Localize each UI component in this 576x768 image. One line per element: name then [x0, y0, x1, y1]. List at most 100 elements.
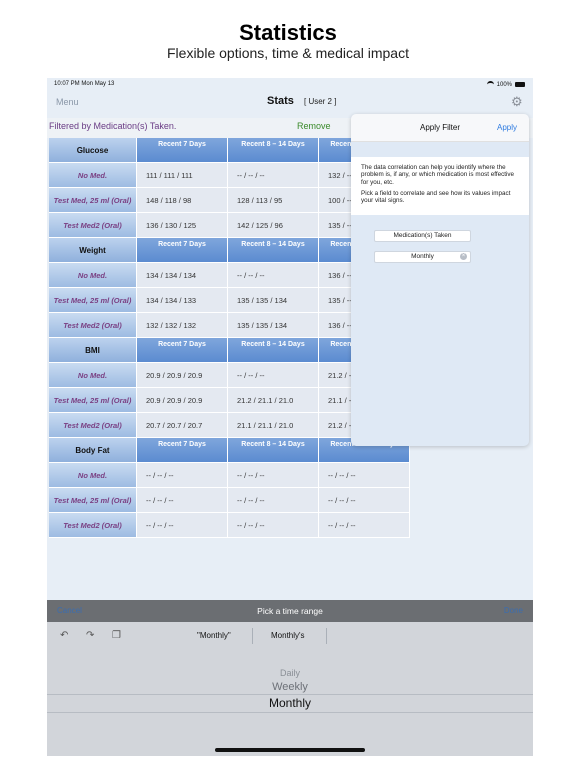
row-label: No Med.	[49, 363, 137, 388]
suggestion-2[interactable]: Monthly's	[271, 631, 305, 640]
row-label: No Med.	[49, 163, 137, 188]
row-label: Test Med2 (Oral)	[49, 513, 137, 538]
column-header: Recent 8 – 14 Days	[228, 138, 319, 163]
table-cell: -- / -- / --	[137, 488, 228, 513]
status-bar: 10:07 PM Mon May 13 100%	[47, 78, 533, 90]
table-cell: 135 / 135 / 134	[228, 313, 319, 338]
table-cell: -- / -- / --	[228, 488, 319, 513]
picker-option[interactable]: Weekly	[47, 681, 533, 693]
table-cell: 21.1 / 21.1 / 21.0	[228, 413, 319, 438]
wifi-icon	[486, 81, 494, 88]
undo-icon[interactable]: ↶	[60, 630, 68, 641]
suggestion-divider	[252, 628, 253, 644]
page-title: Stats	[267, 95, 294, 107]
column-header: Recent 7 Days	[137, 138, 228, 163]
medication-field[interactable]: Medication(s) Taken	[374, 230, 471, 242]
table-cell: -- / -- / --	[228, 513, 319, 538]
row-label: No Med.	[49, 263, 137, 288]
table-cell: 128 / 113 / 95	[228, 188, 319, 213]
table-cell: -- / -- / --	[228, 363, 319, 388]
table-cell: 20.9 / 20.9 / 20.9	[137, 363, 228, 388]
table-cell: -- / -- / --	[319, 488, 410, 513]
menu-button[interactable]: Menu	[56, 97, 79, 107]
hero-title: Statistics	[239, 20, 337, 45]
picker-option-selected[interactable]: Monthly	[47, 696, 533, 710]
time-range-picker[interactable]: Daily Weekly Monthly	[47, 650, 533, 756]
description-paragraph-2: Pick a field to correlate and see how it…	[361, 189, 511, 205]
battery-icon	[515, 82, 525, 87]
row-label: Test Med, 25 ml (Oral)	[49, 488, 137, 513]
table-cell: 20.9 / 20.9 / 20.9	[137, 388, 228, 413]
table-cell: -- / -- / --	[228, 463, 319, 488]
table-cell: 142 / 125 / 96	[228, 213, 319, 238]
gear-icon[interactable]: ⚙	[511, 95, 523, 108]
section-title: Weight	[49, 238, 137, 263]
popover-description-box: The data correlation can help you identi…	[351, 157, 529, 215]
row-label: Test Med2 (Oral)	[49, 413, 137, 438]
column-header: Recent 8 – 14 Days	[228, 438, 319, 463]
user-label[interactable]: [ User 2 ]	[304, 97, 336, 106]
battery-percent: 100%	[496, 81, 512, 88]
apply-filter-popover: Apply Filter Apply The data correlation …	[351, 114, 529, 446]
apply-button[interactable]: Apply	[497, 123, 517, 132]
column-header: Recent 8 – 14 Days	[228, 238, 319, 263]
table-row: No Med. -- / -- / -- -- / -- / -- -- / -- /…	[49, 463, 410, 488]
row-label: Test Med, 25 ml (Oral)	[49, 288, 137, 313]
row-label: Test Med, 25 ml (Oral)	[49, 388, 137, 413]
section-title: Glucose	[49, 138, 137, 163]
filter-label: Filtered by Medication(s) Taken.	[49, 121, 177, 131]
ipad-screen: 10:07 PM Mon May 13 100% Menu Stats [ Us…	[47, 78, 533, 756]
row-label: Test Med2 (Oral)	[49, 213, 137, 238]
table-cell: -- / -- / --	[228, 263, 319, 288]
done-button[interactable]: Done	[504, 606, 523, 615]
table-cell: -- / -- / --	[228, 163, 319, 188]
column-header: Recent 7 Days	[137, 238, 228, 263]
table-row: Test Med2 (Oral) -- / -- / -- -- / -- / --…	[49, 513, 410, 538]
section-title: BMI	[49, 338, 137, 363]
table-cell: -- / -- / --	[137, 463, 228, 488]
table-cell: -- / -- / --	[137, 513, 228, 538]
column-header: Recent 7 Days	[137, 338, 228, 363]
picker-selection-line	[47, 712, 533, 713]
table-cell: 134 / 134 / 134	[137, 263, 228, 288]
picker-toolbar: Cancel Pick a time range Done	[47, 600, 533, 622]
status-right: 100%	[486, 81, 525, 88]
table-cell: 148 / 118 / 98	[137, 188, 228, 213]
section-title: Body Fat	[49, 438, 137, 463]
paste-icon[interactable]: ❐	[112, 630, 121, 641]
home-indicator	[215, 748, 365, 752]
row-label: Test Med, 25 ml (Oral)	[49, 188, 137, 213]
table-cell: 21.2 / 21.1 / 21.0	[228, 388, 319, 413]
table-cell: 134 / 134 / 133	[137, 288, 228, 313]
row-label: Test Med2 (Oral)	[49, 313, 137, 338]
picker-selection-line	[47, 694, 533, 695]
table-cell: 136 / 130 / 125	[137, 213, 228, 238]
popover-header: Apply Filter Apply	[351, 114, 529, 142]
picker-title: Pick a time range	[257, 606, 323, 616]
clear-icon[interactable]: ×	[460, 253, 467, 260]
picker-option[interactable]: Daily	[47, 668, 533, 678]
table-cell: -- / -- / --	[319, 513, 410, 538]
time-range-value: Monthly	[411, 253, 434, 260]
table-cell: 132 / 132 / 132	[137, 313, 228, 338]
column-header: Recent 7 Days	[137, 438, 228, 463]
row-label: No Med.	[49, 463, 137, 488]
redo-icon[interactable]: ↷	[86, 630, 94, 641]
nav-bar: Menu Stats [ User 2 ] ⚙	[47, 90, 533, 114]
stats-section: Body Fat Recent 7 Days Recent 8 – 14 Days R…	[49, 438, 410, 538]
column-header: Recent 8 – 14 Days	[228, 338, 319, 363]
suggestion-divider	[326, 628, 327, 644]
table-cell: -- / -- / --	[319, 463, 410, 488]
hero-subtitle: Flexible options, time & medical impact	[167, 45, 409, 61]
table-cell: 135 / 135 / 134	[228, 288, 319, 313]
keyboard-shortcut-bar: ↶ ↷ ❐ "Monthly" Monthly's	[47, 622, 533, 650]
table-cell: 20.7 / 20.7 / 20.7	[137, 413, 228, 438]
status-time: 10:07 PM Mon May 13	[54, 81, 115, 87]
remove-filter-button[interactable]: Remove	[297, 121, 331, 131]
table-cell: 111 / 111 / 111	[137, 163, 228, 188]
popover-description: The data correlation can help you identi…	[361, 164, 521, 208]
description-paragraph-1: The data correlation can help you identi…	[361, 164, 515, 186]
table-row: Test Med, 25 ml (Oral) -- / -- / -- -- / -…	[49, 488, 410, 513]
time-range-field[interactable]: Monthly ×	[374, 251, 471, 263]
suggestion-1[interactable]: "Monthly"	[197, 631, 231, 640]
